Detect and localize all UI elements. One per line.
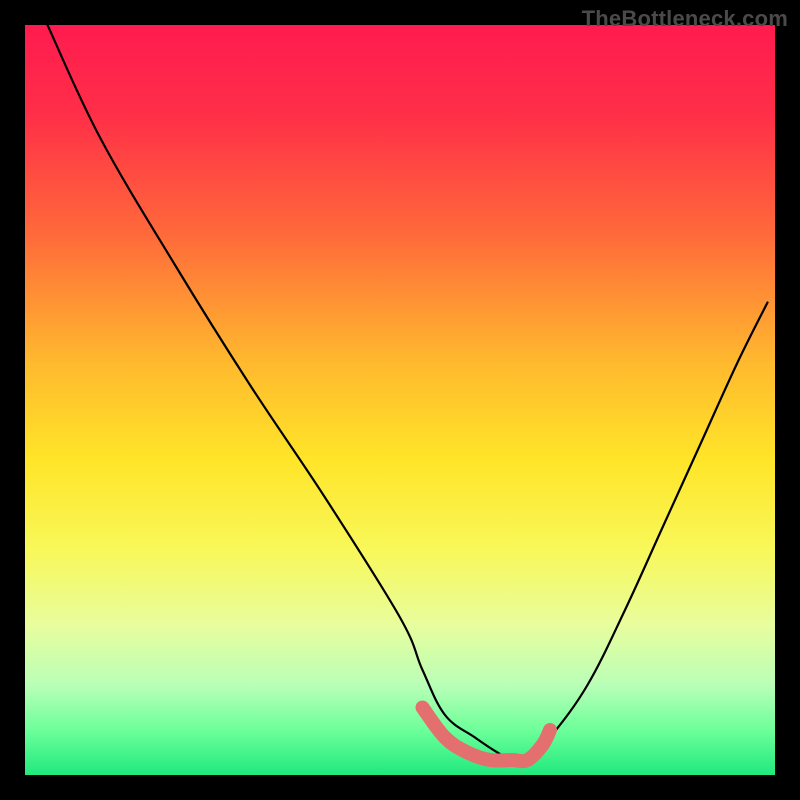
watermark-text: TheBottleneck.com — [582, 6, 788, 32]
bottleneck-chart — [0, 0, 800, 800]
chart-stage: TheBottleneck.com — [0, 0, 800, 800]
plot-background — [25, 25, 775, 775]
